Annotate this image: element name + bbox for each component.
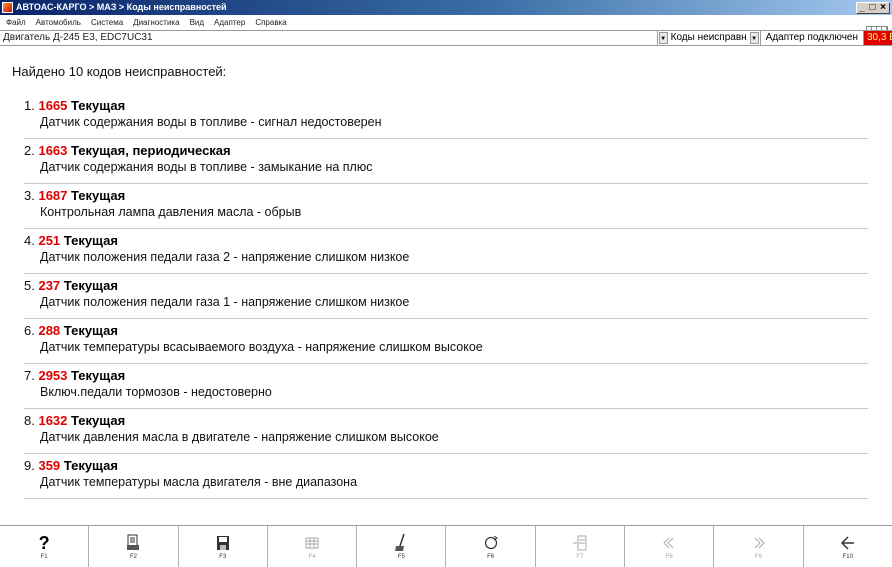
mode-dropdown-value[interactable]: Коды неисправн — [669, 31, 749, 45]
fault-code: 1663 — [38, 143, 68, 158]
fkey-label: F3 — [219, 554, 227, 560]
fault-description: Контрольная лампа давления масла - обрыв — [40, 205, 302, 219]
fault-number: 9. — [24, 458, 35, 473]
fault-number: 5. — [24, 278, 35, 293]
f9-next-button[interactable]: F9 — [714, 526, 804, 567]
fault-number: 8. — [24, 413, 35, 428]
menu-view[interactable]: Вид — [190, 18, 204, 27]
fault-description: Датчик положения педали газа 2 - напряже… — [40, 250, 410, 264]
list-item: 8. 1632 Текущая Датчик давления масла в … — [24, 409, 868, 454]
function-key-bar: ? F1 F2 F3 F4 F5 F6 F7 F8 F9 F10 — [0, 525, 892, 567]
fault-code: 1687 — [38, 188, 68, 203]
next-icon — [748, 533, 770, 553]
clear-codes-icon — [390, 533, 412, 553]
fault-code: 1632 — [38, 413, 68, 428]
menu-diagnostics[interactable]: Диагностика — [133, 18, 179, 27]
fault-number: 1. — [24, 98, 35, 113]
fkey-label: F9 — [755, 554, 763, 560]
f3-save-button[interactable]: F3 — [179, 526, 268, 567]
mode-dropdown[interactable]: ▼ Коды неисправн ▼ — [658, 31, 761, 45]
fault-status: Текущая — [71, 188, 126, 203]
fault-number: 3. — [24, 188, 35, 203]
fault-status: Текущая — [63, 323, 118, 338]
fault-summary: Найдено 10 кодов неисправностей: — [12, 64, 227, 79]
list-item: 5. 237 Текущая Датчик положения педали г… — [24, 274, 868, 319]
f1-help-button[interactable]: ? F1 — [0, 526, 90, 567]
fault-status: Текущая — [63, 458, 118, 473]
menu-vehicle[interactable]: Автомобиль — [36, 18, 81, 27]
window-title: АВТОАС-КАРГО > МАЗ > Коды неисправностей — [16, 2, 227, 12]
menu-adapter[interactable]: Адаптер — [214, 18, 245, 27]
fault-code: 1665 — [38, 98, 68, 113]
fkey-label: F1 — [40, 554, 48, 560]
list-item: 1. 1665 Текущая Датчик содержания воды в… — [24, 94, 868, 139]
f6-refresh-button[interactable]: F6 — [446, 526, 536, 567]
refresh-icon — [480, 533, 502, 553]
fault-code: 251 — [38, 233, 61, 248]
fault-codes-panel: Найдено 10 кодов неисправностей: 1. 1665… — [0, 47, 892, 525]
fault-code: 288 — [38, 323, 61, 338]
info-row: Двигатель Д-245 Е3, EDC7UC31 ▼ Коды неис… — [0, 30, 892, 46]
menu-file[interactable]: Файл — [6, 18, 26, 27]
fault-description: Включ.педали тормозов - недостоверно — [40, 385, 272, 399]
f7-freeze-frame-button[interactable]: F7 — [536, 526, 626, 567]
f4-table-button[interactable]: F4 — [268, 526, 358, 567]
list-item: 3. 1687 Текущая Контрольная лампа давлен… — [24, 184, 868, 229]
f10-exit-button[interactable]: F10 — [804, 526, 892, 567]
fault-number: 6. — [24, 323, 35, 338]
fault-list: 1. 1665 Текущая Датчик содержания воды в… — [0, 94, 880, 499]
list-item: 6. 288 Текущая Датчик температуры всасыв… — [24, 319, 868, 364]
fault-description: Датчик давления масла в двигателе - напр… — [40, 430, 439, 444]
fault-code: 237 — [38, 278, 61, 293]
table-icon — [301, 533, 323, 553]
menu-help[interactable]: Справка — [255, 18, 286, 27]
f5-clear-button[interactable]: F5 — [357, 526, 447, 567]
menu-bar: Файл Автомобиль Система Диагностика Вид … — [0, 15, 892, 30]
list-item: 9. 359 Текущая Датчик температуры масла … — [24, 454, 868, 499]
list-item: 4. 251 Текущая Датчик положения педали г… — [24, 229, 868, 274]
freeze-frame-icon — [569, 533, 591, 553]
fault-status: Текущая — [71, 98, 126, 113]
chevron-down-icon[interactable]: ▼ — [658, 32, 668, 44]
print-icon — [122, 533, 144, 553]
fkey-label: F10 — [842, 554, 853, 560]
fault-code: 359 — [38, 458, 61, 473]
fkey-label: F7 — [576, 554, 584, 560]
voltage-indicator: 30,3 В — [864, 31, 892, 45]
fault-status: Текущая — [71, 368, 126, 383]
list-item: 7. 2953 Текущая Включ.педали тормозов - … — [24, 364, 868, 409]
adapter-status: Адаптер подключен — [761, 31, 864, 45]
fkey-label: F8 — [665, 554, 673, 560]
save-icon — [212, 533, 234, 553]
exit-icon — [837, 533, 859, 553]
fault-number: 7. — [24, 368, 35, 383]
fault-description: Датчик содержания воды в топливе - сигна… — [40, 115, 382, 129]
chevron-down-icon[interactable]: ▼ — [749, 32, 759, 44]
app-icon — [2, 2, 13, 13]
menu-system[interactable]: Система — [91, 18, 123, 27]
fault-status: Текущая, периодическая — [71, 143, 231, 158]
fault-status: Текущая — [63, 233, 118, 248]
fault-description: Датчик температуры всасываемого воздуха … — [40, 340, 483, 354]
fault-status: Текущая — [63, 278, 118, 293]
engine-label: Двигатель Д-245 Е3, EDC7UC31 — [0, 31, 658, 45]
fkey-label: F6 — [487, 554, 495, 560]
fault-number: 4. — [24, 233, 35, 248]
fault-description: Датчик положения педали газа 1 - напряже… — [40, 295, 410, 309]
window-controls[interactable]: _ □ × — [856, 1, 890, 14]
title-bar: АВТОАС-КАРГО > МАЗ > Коды неисправностей… — [0, 0, 892, 15]
fkey-label: F5 — [397, 554, 405, 560]
f2-print-button[interactable]: F2 — [89, 526, 179, 567]
list-item: 2. 1663 Текущая, периодическая Датчик со… — [24, 139, 868, 184]
fault-description: Датчик температуры масла двигателя - вне… — [40, 475, 358, 489]
fault-code: 2953 — [38, 368, 68, 383]
fault-status: Текущая — [71, 413, 126, 428]
fault-description: Датчик содержания воды в топливе - замык… — [40, 160, 373, 174]
f8-previous-button[interactable]: F8 — [625, 526, 715, 567]
fkey-label: F2 — [129, 554, 137, 560]
help-icon: ? — [38, 533, 50, 553]
prev-icon — [658, 533, 680, 553]
fkey-label: F4 — [308, 554, 316, 560]
fault-number: 2. — [24, 143, 35, 158]
